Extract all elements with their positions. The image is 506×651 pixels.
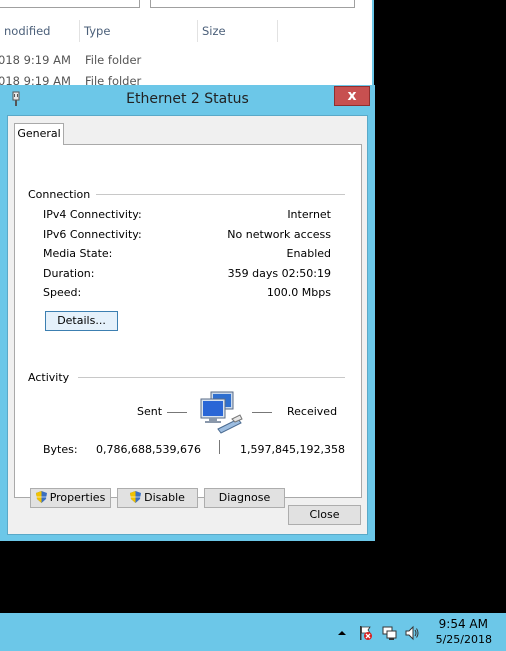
- chevron-up-icon[interactable]: [334, 625, 350, 641]
- address-bar[interactable]: [0, 0, 140, 8]
- duration-label: Duration:: [43, 267, 95, 280]
- file-type: File folder: [85, 53, 142, 67]
- dialog-client: General Connection IPv4 Connectivity: In…: [7, 115, 368, 535]
- column-header: nodified Type Size: [0, 20, 280, 42]
- column-size[interactable]: Size: [198, 20, 278, 42]
- speed-value: 100.0 Mbps: [266, 286, 331, 299]
- uac-shield-icon: [35, 491, 47, 503]
- action-center-flag-icon[interactable]: [357, 625, 373, 641]
- ipv4-value: Internet: [287, 208, 331, 221]
- general-tab-panel: Connection IPv4 Connectivity: Internet I…: [14, 144, 362, 508]
- disable-label: Disable: [144, 491, 185, 504]
- bytes-label: Bytes:: [43, 443, 78, 456]
- network-computers-icon: [200, 391, 243, 434]
- file-row[interactable]: 018 9:19 AM File folder: [0, 51, 300, 69]
- column-date-modified[interactable]: nodified: [0, 20, 80, 42]
- bytes-received-value: 1,597,845,192,358: [240, 443, 345, 456]
- uac-shield-icon: [130, 491, 142, 503]
- clock-time[interactable]: 9:54 AM: [408, 617, 488, 631]
- ipv4-label: IPv4 Connectivity:: [43, 208, 142, 221]
- speed-label: Speed:: [43, 286, 82, 299]
- connection-group-label: Connection: [28, 188, 97, 201]
- network-icon[interactable]: [381, 625, 397, 641]
- ipv6-label: IPv6 Connectivity:: [43, 228, 142, 241]
- taskbar: 9:54 AM 5/25/2018: [0, 613, 506, 651]
- bytes-sent-value: 0,786,688,539,676: [96, 443, 201, 456]
- disable-button[interactable]: Disable: [117, 488, 198, 508]
- sent-line: [167, 412, 187, 413]
- search-box[interactable]: [150, 0, 355, 8]
- dialog-title: Ethernet 2 Status: [126, 91, 249, 107]
- title-bar[interactable]: Ethernet 2 Status x: [0, 85, 375, 113]
- properties-label: Properties: [49, 491, 106, 504]
- connection-divider: [95, 194, 345, 195]
- ethernet-status-dialog: Ethernet 2 Status x General Connection I…: [0, 85, 375, 541]
- tab-general[interactable]: General: [14, 123, 64, 145]
- received-line: [252, 412, 272, 413]
- sent-label: Sent: [137, 405, 163, 418]
- explorer-window: nodified Type Size 018 9:19 AM File fold…: [0, 0, 374, 88]
- activity-group-label: Activity: [28, 371, 76, 384]
- close-window-button[interactable]: x: [334, 86, 370, 106]
- duration-value: 359 days 02:50:19: [227, 267, 331, 280]
- media-state-label: Media State:: [43, 247, 113, 260]
- clock-date[interactable]: 5/25/2018: [402, 633, 492, 646]
- column-type[interactable]: Type: [80, 20, 198, 42]
- received-label: Received: [287, 405, 338, 418]
- properties-button[interactable]: Properties: [30, 488, 111, 508]
- close-button[interactable]: Close: [288, 505, 361, 525]
- bytes-divider: [219, 440, 220, 454]
- details-button[interactable]: Details...: [45, 311, 118, 331]
- diagnose-button[interactable]: Diagnose: [204, 488, 285, 508]
- ipv6-value: No network access: [227, 228, 331, 241]
- activity-divider: [78, 377, 345, 378]
- file-modified: 018 9:19 AM: [0, 53, 71, 67]
- media-state-value: Enabled: [286, 247, 331, 260]
